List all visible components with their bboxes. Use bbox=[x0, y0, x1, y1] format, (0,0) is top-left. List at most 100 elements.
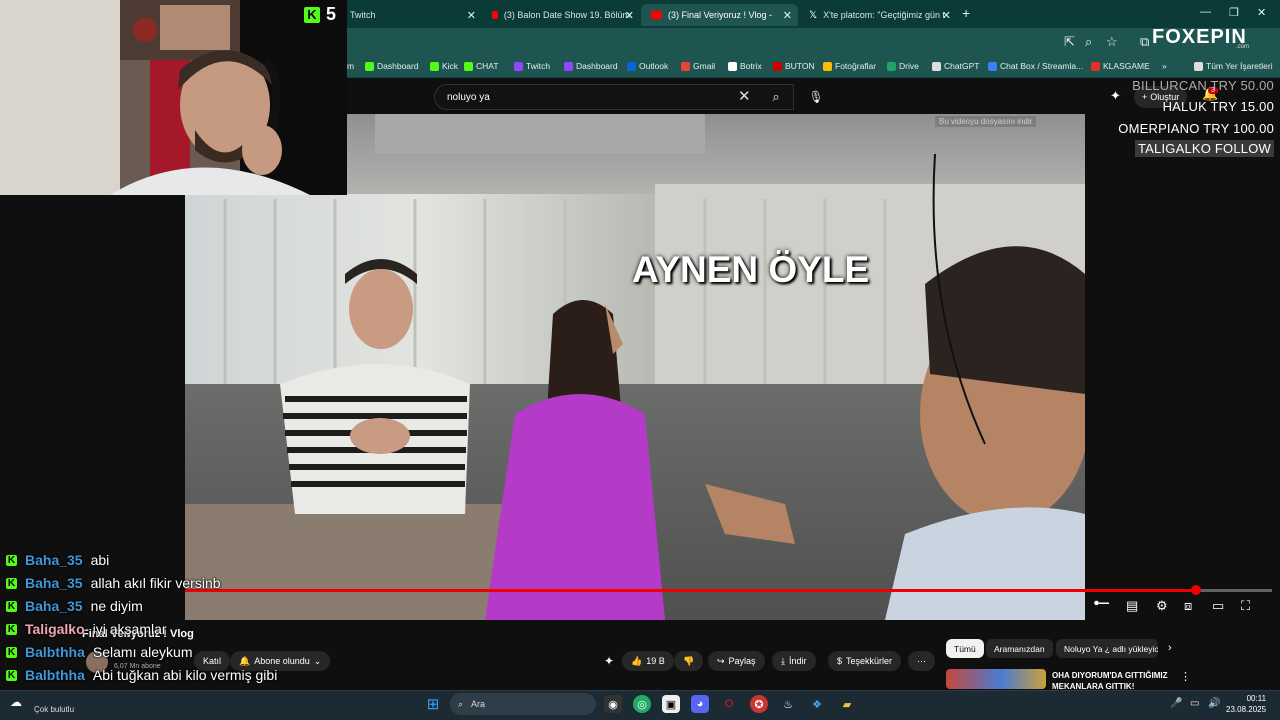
close-icon[interactable]: ✕ bbox=[625, 9, 634, 22]
tab-label: Twitch bbox=[350, 10, 376, 20]
chrome-icon[interactable]: ◎ bbox=[633, 695, 651, 713]
bookmark-item[interactable]: BUTON bbox=[773, 61, 815, 71]
subtitles-icon[interactable]: ▤ bbox=[1126, 598, 1138, 614]
discord-icon[interactable]: ◕ bbox=[691, 695, 709, 713]
tab-twitch[interactable]: Twitch ✕ bbox=[340, 4, 482, 26]
bookmark-label: BUTON bbox=[785, 61, 815, 71]
bookmark-label: Dashboard bbox=[576, 61, 618, 71]
riot-icon[interactable]: ✪ bbox=[750, 695, 768, 713]
chip-all[interactable]: Tümü bbox=[946, 639, 984, 658]
thumbs-down-icon: 👎 bbox=[683, 655, 695, 666]
bookmark-item[interactable]: Chat Box / Streamla... bbox=[988, 61, 1083, 71]
file-explorer-icon[interactable]: ▰ bbox=[838, 695, 856, 713]
bookmarks-overflow-icon[interactable]: » bbox=[1162, 61, 1167, 71]
search-button[interactable]: ⌕ bbox=[760, 84, 792, 110]
new-tab-button[interactable]: + bbox=[962, 5, 970, 21]
download-button[interactable]: ⤓ İndir bbox=[772, 651, 816, 671]
close-icon[interactable]: ✕ bbox=[942, 9, 951, 22]
volume-icon[interactable]: 🔊 bbox=[1208, 698, 1220, 709]
chat-message: K Baha_35 allah akıl fikir versinb bbox=[6, 573, 221, 593]
download-icon: ⤓ bbox=[781, 655, 785, 666]
bookmark-label: Botrix bbox=[740, 61, 762, 71]
bookmark-item[interactable]: Dashboard bbox=[365, 61, 419, 71]
video-caption: AYNEN ÖYLE bbox=[632, 249, 870, 290]
bookmark-item[interactable]: CHAT bbox=[464, 61, 499, 71]
close-icon[interactable]: ✕ bbox=[467, 9, 476, 22]
autoplay-toggle-icon[interactable]: ⏺━ bbox=[1094, 598, 1109, 609]
bookmark-item[interactable]: Dashboard bbox=[564, 61, 618, 71]
search-icon: ⌕ bbox=[458, 698, 464, 709]
chip-from-search[interactable]: Aramanızdan bbox=[986, 639, 1053, 658]
chat-message: K Balbthha Abi tuğkan abi kilo vermiş gibi bbox=[6, 665, 277, 685]
share-label: Paylaş bbox=[728, 656, 756, 666]
twitch-icon bbox=[514, 61, 523, 71]
gemini-icon[interactable]: ✦ bbox=[1110, 88, 1121, 104]
video-download-hint[interactable]: Bu videoyu dosyasını indir bbox=[935, 116, 1037, 127]
progress-scrubber-handle[interactable] bbox=[1191, 585, 1201, 595]
zoom-icon[interactable]: ⌕ bbox=[1085, 34, 1092, 50]
bookmark-item[interactable]: ChatGPT bbox=[932, 61, 979, 71]
chat-text: iyi akşamlar bbox=[92, 621, 167, 637]
like-button[interactable]: 👍 19 B bbox=[622, 651, 674, 671]
taskbar-search[interactable]: ⌕ Ara bbox=[450, 693, 596, 715]
maximize-icon[interactable]: ❐ bbox=[1229, 6, 1239, 19]
buton-icon bbox=[773, 61, 782, 71]
recommended-title[interactable]: OHA DIYORUM'DA GITTIĞIMIZ MEKANLARA GITT… bbox=[1052, 670, 1177, 692]
voice-search-button[interactable]: 🎙 bbox=[804, 84, 828, 110]
kick-badge-icon: K bbox=[6, 623, 17, 635]
kick-badge-icon: K bbox=[6, 577, 17, 589]
weather-cloud-icon[interactable]: ☁ bbox=[10, 695, 22, 709]
bookmark-label: Tüm Yer İşaretleri bbox=[1206, 61, 1273, 71]
theater-mode-icon[interactable]: ▭ bbox=[1212, 598, 1224, 614]
plus-icon: + bbox=[1142, 92, 1148, 102]
bookmark-item[interactable]: Botrix bbox=[728, 61, 762, 71]
battlenet-icon[interactable]: ❖ bbox=[808, 695, 826, 713]
bookmark-label: Drive bbox=[899, 61, 919, 71]
fullscreen-icon[interactable]: ⛶ bbox=[1241, 598, 1250, 614]
weather-label[interactable]: Çok bulutlu bbox=[34, 705, 74, 714]
extensions-icon[interactable]: ⧉ bbox=[1140, 34, 1149, 50]
viewer-count: 5 bbox=[326, 4, 337, 24]
bookmark-item[interactable]: Gmail bbox=[681, 61, 715, 71]
window-close-icon[interactable]: ✕ bbox=[1257, 6, 1266, 19]
ask-ai-icon[interactable]: ✦ bbox=[604, 654, 614, 668]
start-windows-icon[interactable]: ⊞ bbox=[424, 695, 442, 713]
minimize-icon[interactable]: — bbox=[1200, 6, 1211, 18]
opera-icon[interactable]: O bbox=[720, 695, 738, 713]
bookmark-item[interactable]: Kick bbox=[430, 61, 458, 71]
video-progress-remaining[interactable] bbox=[1196, 589, 1272, 592]
bookmark-item[interactable]: Outlook bbox=[627, 61, 668, 71]
capcut-icon[interactable]: ▣ bbox=[662, 695, 680, 713]
bookmark-star-icon[interactable]: ☆ bbox=[1106, 34, 1118, 50]
settings-gear-icon[interactable]: ⚙ bbox=[1156, 598, 1168, 614]
miniplayer-icon[interactable]: ⧈ bbox=[1184, 598, 1192, 614]
recommended-thumbnail[interactable] bbox=[946, 669, 1046, 689]
tab-final-vlog[interactable]: (3) Final Veriyoruz ! Vlog - ✕ bbox=[641, 4, 798, 26]
twitch-icon bbox=[564, 61, 573, 71]
bookmark-item[interactable]: Tüm Yer İşaretleri bbox=[1194, 61, 1273, 71]
steam-icon[interactable]: ♨ bbox=[779, 695, 797, 713]
microphone-tray-icon[interactable]: 🎤 bbox=[1170, 698, 1182, 709]
tab-balon-date[interactable]: (3) Balon Date Show 19. Bölüm ✕ bbox=[482, 4, 640, 26]
bookmark-item[interactable]: Fotoğraflar bbox=[823, 61, 876, 71]
share-button[interactable]: ↪ Paylaş bbox=[708, 651, 765, 671]
chip-uploader[interactable]: Noluyo Ya ¿ adlı yükleyic bbox=[1056, 639, 1158, 658]
dislike-button[interactable]: 👎 bbox=[674, 651, 704, 671]
bookmark-item[interactable]: Drive bbox=[887, 61, 919, 71]
video-progress-played[interactable] bbox=[185, 589, 1196, 592]
kick-badge-icon: K bbox=[6, 669, 17, 681]
tab-x-post[interactable]: 𝕏 X'te platcom: "Geçtiğimiz gün t ✕ bbox=[799, 4, 957, 26]
install-app-icon[interactable]: ⇱ bbox=[1064, 34, 1075, 50]
obs-icon[interactable]: ◉ bbox=[604, 695, 622, 713]
webcam-image bbox=[0, 0, 347, 195]
bookmark-item[interactable]: Twitch bbox=[514, 61, 550, 71]
thanks-button[interactable]: $ Teşekkürler bbox=[828, 651, 902, 671]
more-actions-button[interactable]: ⋯ bbox=[908, 651, 935, 671]
close-icon[interactable]: ✕ bbox=[783, 9, 792, 22]
chevron-right-icon[interactable]: › bbox=[1168, 642, 1172, 654]
bookmark-item[interactable]: KLASGAME bbox=[1091, 61, 1150, 71]
more-vert-icon[interactable]: ⋮ bbox=[1180, 670, 1191, 683]
network-icon[interactable]: ▭ bbox=[1190, 698, 1199, 709]
taskbar-clock[interactable]: 00:11 23.08.2025 bbox=[1226, 693, 1266, 715]
clear-search-icon[interactable]: ✕ bbox=[738, 87, 751, 105]
